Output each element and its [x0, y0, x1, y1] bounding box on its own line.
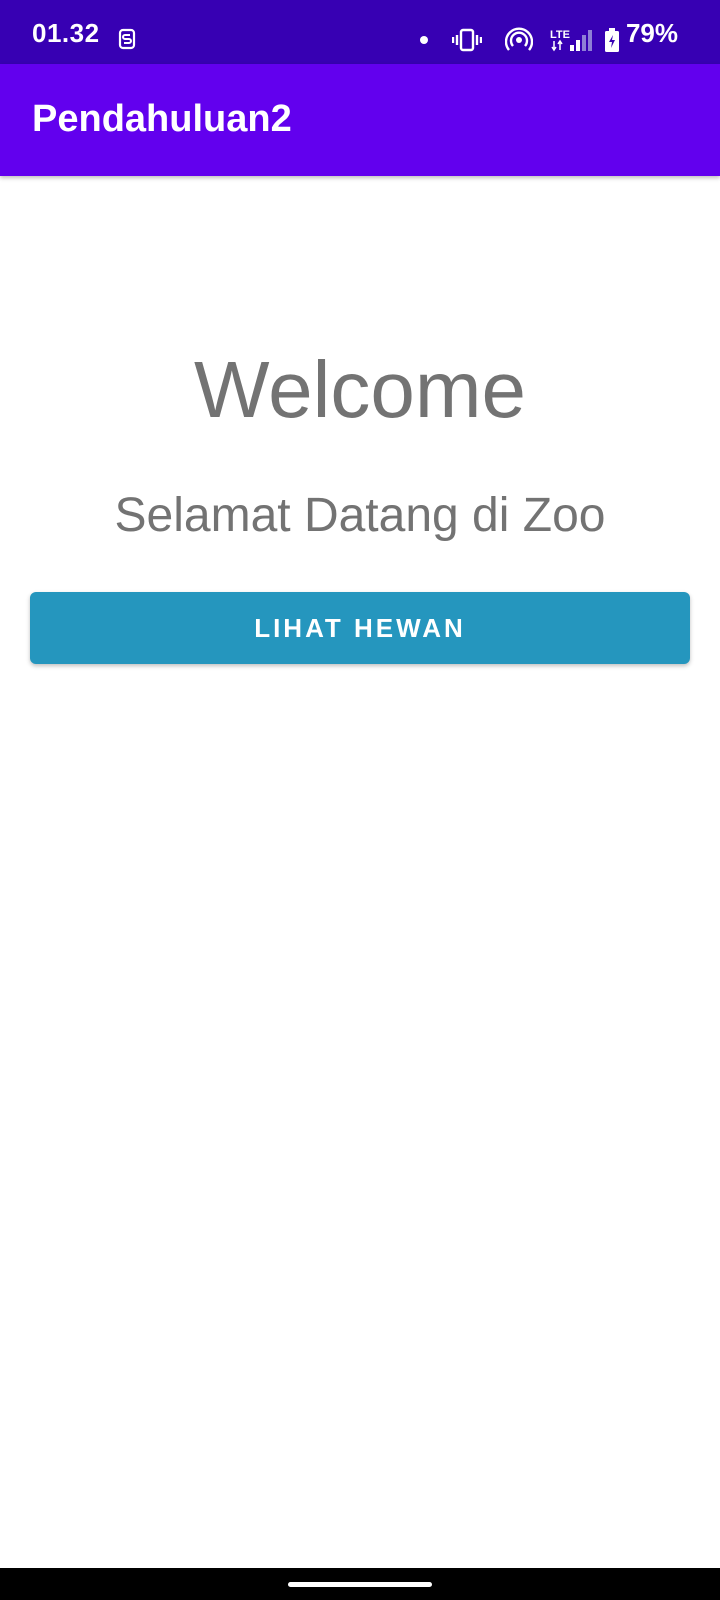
screen: 01.32 LTE 79% Pendahuluan2 Welcome Selam… — [0, 0, 720, 1600]
battery-percent: 79% — [625, 18, 678, 48]
status-bar: 01.32 LTE 79% — [0, 0, 720, 64]
hotspot-icon — [505, 27, 533, 51]
navigation-bar — [0, 1568, 720, 1600]
battery-charging-icon — [605, 28, 619, 52]
view-animals-button[interactable]: LIHAT HEWAN — [30, 592, 690, 664]
lte-signal-icon: LTE — [550, 29, 592, 52]
status-time: 01.32 — [32, 18, 100, 48]
app-bar: Pendahuluan2 — [0, 64, 720, 176]
welcome-subtitle: Selamat Datang di Zoo — [114, 489, 606, 542]
vibrate-icon — [452, 28, 482, 52]
view-animals-button-label: LIHAT HEWAN — [254, 612, 466, 643]
welcome-heading: Welcome — [194, 345, 526, 434]
svg-text:LTE: LTE — [550, 29, 570, 41]
sim-toolkit-icon — [118, 28, 136, 50]
notification-dot-icon — [420, 36, 428, 44]
home-gesture-handle[interactable] — [288, 1582, 432, 1587]
app-title: Pendahuluan2 — [32, 98, 292, 140]
